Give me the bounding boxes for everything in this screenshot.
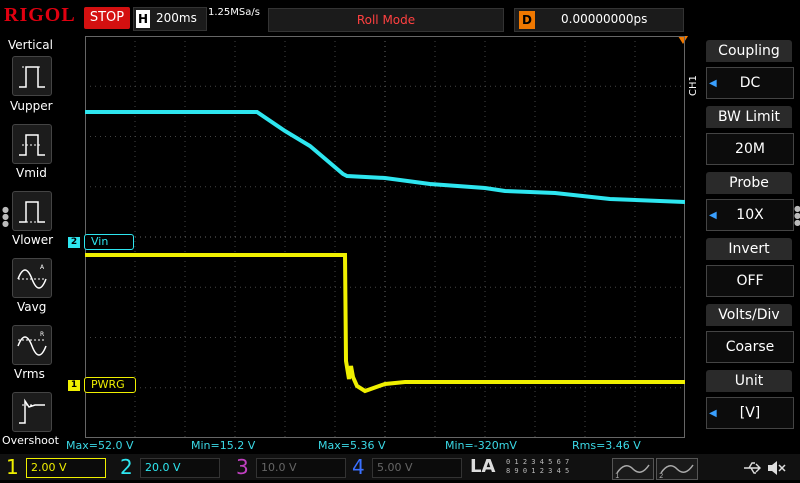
sample-rate: 1.25MSa/s <box>208 7 260 18</box>
overshoot-button[interactable] <box>12 392 52 432</box>
la-grid-row: 0 1 2 3 4 5 6 7 <box>506 458 570 466</box>
vlower-button[interactable] <box>12 191 52 231</box>
invert-value[interactable]: OFF <box>706 265 794 297</box>
logic-analyzer-button[interactable]: LA <box>470 456 495 477</box>
vavg-label: Vavg <box>17 300 47 314</box>
right-menu-page-dots: ● ● ● <box>794 204 800 227</box>
ch2-number[interactable]: 2 <box>120 454 133 480</box>
speaker-muted-icon[interactable] <box>766 459 786 477</box>
channel-status-bar: 1 2.00 V 2 20.0 V 3 10.0 V 4 5.00 V LA 0… <box>0 454 800 480</box>
probe-arrow-icon: ◀ <box>709 210 717 221</box>
bw-limit-title: BW Limit <box>706 106 792 128</box>
meas-max-ch1: Max=5.36 V <box>318 439 386 452</box>
vrms-label: Vrms <box>14 367 45 381</box>
usb-icon <box>744 462 761 474</box>
meas-rms-ch1: Rms=3.46 V <box>572 439 641 452</box>
ch1-label: PWRG <box>84 377 136 393</box>
ch3-scale[interactable]: 10.0 V <box>256 458 346 478</box>
svg-text:R: R <box>40 331 44 338</box>
coupling-arrow-icon: ◀ <box>709 78 717 89</box>
svg-text:A: A <box>40 264 45 271</box>
delay-label: D <box>519 11 535 29</box>
vupper-button[interactable] <box>12 56 52 96</box>
coupling-title: Coupling <box>706 40 792 62</box>
overshoot-label: Overshoot <box>2 434 59 447</box>
brand-logo: RIGOL <box>4 4 76 26</box>
timebase-indicator[interactable]: H 200ms <box>133 7 207 31</box>
measurement-bar: Max=52.0 V Min=15.2 V Max=5.36 V Min=-32… <box>60 438 685 454</box>
vmid-button[interactable] <box>12 124 52 164</box>
vlower-icon <box>19 201 45 223</box>
svg-text:2: 2 <box>659 472 663 479</box>
la-channel-grid: 0 1 2 3 4 5 6 7 8 9 0 1 2 3 4 5 <box>506 458 606 476</box>
menu-page-dots: ● ● ● <box>2 205 9 228</box>
svg-text:1: 1 <box>615 472 619 479</box>
ch2-label: Vin <box>84 234 134 250</box>
meas-min-ch2: Min=15.2 V <box>191 439 256 452</box>
menu-title: Vertical <box>8 38 53 52</box>
vupper-icon <box>19 66 45 88</box>
ch4-number[interactable]: 4 <box>352 454 365 480</box>
probe-title: Probe <box>706 172 792 194</box>
source1-button[interactable]: 1 <box>612 458 654 480</box>
delay-value: 0.00000000ps <box>561 12 648 26</box>
ch2-scale[interactable]: 20.0 V <box>140 458 220 478</box>
bw-limit-value[interactable]: 20M <box>706 133 794 165</box>
ch1-marker[interactable]: 1 <box>68 380 80 391</box>
vupper-label: Vupper <box>10 99 53 113</box>
volts-div-value[interactable]: Coarse <box>706 331 794 363</box>
ch1-number[interactable]: 1 <box>6 454 19 480</box>
run-stop-button[interactable]: STOP <box>84 7 130 29</box>
waveform-display[interactable] <box>85 36 685 438</box>
ch4-scale[interactable]: 5.00 V <box>372 458 462 478</box>
top-status-bar: RIGOL STOP H 200ms 1.25MSa/s Roll Mode D… <box>0 0 800 44</box>
vrms-button[interactable]: R <box>12 325 52 365</box>
vrms-icon: R <box>17 331 47 356</box>
la-grid-row: 8 9 0 1 2 3 4 5 <box>506 467 570 475</box>
left-measure-menu: Vertical Vupper Vmid ● ● ● Vlower A Vavg R… <box>0 36 60 454</box>
volts-div-title: Volts/Div <box>706 304 792 326</box>
ch1-scale[interactable]: 2.00 V <box>26 458 106 478</box>
source2-button[interactable]: 2 <box>656 458 698 480</box>
overshoot-icon <box>19 398 45 424</box>
sine-wave-icon: 2 <box>659 464 694 480</box>
unit-arrow-icon: ◀ <box>709 408 717 419</box>
delay-indicator[interactable]: D 0.00000000ps <box>514 8 684 32</box>
timebase-value: 200ms <box>156 11 197 25</box>
vmid-label: Vmid <box>16 166 47 180</box>
vavg-button[interactable]: A <box>12 258 52 298</box>
vavg-icon: A <box>17 264 47 289</box>
meas-min-ch1: Min=-320mV <box>445 439 517 452</box>
probe-value[interactable]: 10X <box>706 199 794 231</box>
invert-title: Invert <box>706 238 792 260</box>
timebase-label: H <box>136 10 150 28</box>
ch1-trace <box>85 253 685 394</box>
ch2-marker[interactable]: 2 <box>68 237 80 248</box>
sine-wave-icon: 1 <box>615 464 650 480</box>
channel-tag: CH1 <box>688 75 699 96</box>
meas-max-ch2: Max=52.0 V <box>66 439 134 452</box>
coupling-value[interactable]: DC <box>706 67 794 99</box>
ch3-number[interactable]: 3 <box>236 454 249 480</box>
unit-title: Unit <box>706 370 792 392</box>
graticule <box>85 36 685 438</box>
vmid-icon <box>19 134 45 156</box>
unit-value[interactable]: [V] <box>706 397 794 429</box>
acquisition-mode: Roll Mode <box>268 8 504 32</box>
vlower-label: Vlower <box>12 233 54 247</box>
